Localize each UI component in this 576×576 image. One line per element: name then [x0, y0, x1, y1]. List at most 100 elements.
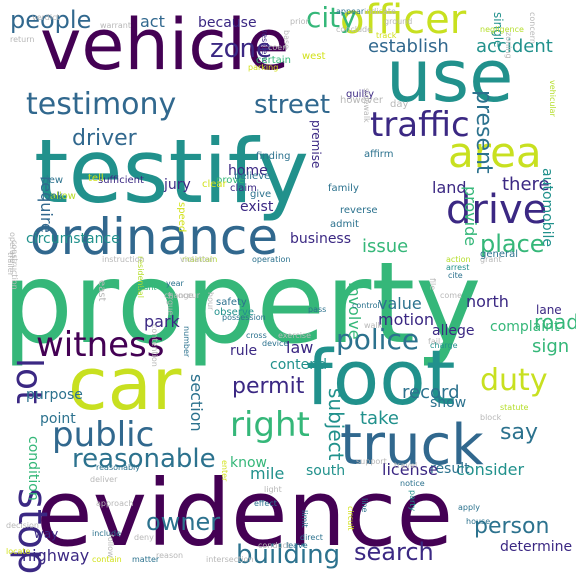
cloud-word: present [471, 90, 496, 174]
cloud-word: light [264, 485, 282, 494]
cloud-word: rule [230, 343, 258, 359]
cloud-word: owner [146, 508, 221, 536]
cloud-word: concern [528, 12, 537, 44]
cloud-word: search [354, 538, 434, 566]
cloud-word: pass [308, 305, 327, 314]
cloud-word: point [40, 411, 76, 427]
cloud-word: general [480, 249, 519, 260]
cloud-word: contention [150, 324, 159, 367]
cloud-word: look [42, 191, 63, 202]
cloud-word: complaint [490, 319, 560, 335]
cloud-word: device [262, 339, 289, 348]
cloud-word: travel [394, 461, 418, 470]
cloud-word: show [430, 395, 467, 411]
cloud-word: intersection [206, 555, 254, 564]
cloud-word: line [360, 498, 369, 513]
cloud-word: street [254, 90, 331, 120]
cloud-word: view [40, 175, 64, 186]
cloud-word: permit [232, 374, 305, 399]
cloud-word: sufficient [98, 175, 144, 186]
cloud-word: duty [480, 363, 548, 398]
cloud-word: affirm [364, 149, 394, 160]
cloud-word: speed [176, 202, 187, 233]
cloud-word: file [428, 278, 437, 291]
cloud-word: deliver [90, 475, 118, 484]
cloud-word: reverse [340, 205, 378, 216]
cloud-word: south [306, 463, 346, 479]
cloud-word: circumstance [26, 231, 120, 247]
cloud-word: section [187, 374, 206, 432]
cloud-word: tell [88, 173, 104, 184]
cloud-word: return [10, 35, 35, 44]
cloud-word: west [302, 51, 326, 62]
cloud-word: witness [36, 325, 165, 365]
cloud-word: charge [430, 341, 458, 350]
cloud-word: cite [448, 271, 463, 280]
cloud-word: lane [536, 303, 562, 317]
cloud-word: certain [256, 55, 291, 66]
cloud-word: follow [106, 534, 115, 558]
cloud-word: apply [458, 503, 481, 512]
cloud-word: zoning [504, 32, 513, 59]
cloud-word: deny [134, 533, 154, 542]
cloud-word: east [96, 280, 107, 302]
cloud-word: give [250, 189, 272, 200]
cloud-word: clear [202, 179, 227, 190]
cloud-word: know [230, 455, 267, 471]
cloud-word: law [286, 338, 314, 357]
cloud-word: block [480, 413, 502, 422]
cloud-word: prior [290, 17, 309, 26]
cloud-word: number [182, 326, 191, 358]
cloud-word: decision [6, 521, 39, 530]
cloud-word: instruction [102, 255, 145, 264]
cloud-word: reasonably [96, 463, 141, 472]
cloud-word: reason [156, 551, 184, 560]
cloud-word: north [466, 292, 509, 311]
cloud-word: coen [268, 43, 288, 52]
cloud-word: house [466, 517, 491, 526]
cloud-word: effect [254, 499, 277, 508]
cloud-word: sign [532, 336, 570, 357]
cloud-word: jury [164, 177, 191, 193]
cloud-word: circuit [346, 506, 355, 531]
cloud-word: value [378, 294, 422, 313]
cloud-word: reasonable [72, 444, 216, 474]
cloud-word: leave [286, 541, 308, 550]
cloud-word: party [408, 490, 417, 512]
cloud-word: establish [368, 36, 449, 57]
cloud-word: appear [336, 7, 365, 16]
cloud-word: day [390, 99, 409, 110]
cloud-word: admit [330, 219, 359, 230]
cloud-word: driver [72, 126, 137, 151]
cloud-word: because [198, 15, 257, 31]
cloud-word: approach [96, 499, 134, 508]
cloud-word: finding [256, 151, 291, 162]
cloud-word: warrant [100, 21, 131, 30]
cloud-word: come [440, 291, 463, 300]
cloud-word: cross [246, 331, 267, 340]
cloud-word: track [376, 31, 397, 40]
cloud-word: purpose [26, 387, 83, 403]
cloud-word: business [290, 231, 352, 247]
cloud-word: traffic [370, 105, 470, 145]
cloud-word: right [230, 405, 310, 445]
cloud-word: motion [378, 310, 435, 329]
cloud-word: negligence [480, 25, 524, 34]
cloud-word: operation [252, 255, 291, 264]
cloud-word: believe [234, 171, 271, 182]
cloud-word: testimony [26, 87, 177, 122]
cloud-word: accident [476, 36, 553, 57]
cloud-word: exist [240, 199, 274, 215]
cloud-word: determine [500, 539, 573, 555]
cloud-word: highway [22, 546, 90, 565]
cloud-word: subject [324, 388, 348, 461]
cloud-word: violation [180, 255, 215, 264]
cloud-word: ground [384, 17, 413, 26]
cloud-word: support [356, 457, 387, 466]
cloud-word: provide [461, 186, 480, 247]
cloud-word: say [500, 420, 538, 445]
cloud-word: locate [6, 547, 31, 556]
cloud-word: notice [400, 479, 425, 488]
cloud-word: direct [300, 533, 323, 542]
cloud-word: contend [270, 357, 327, 373]
